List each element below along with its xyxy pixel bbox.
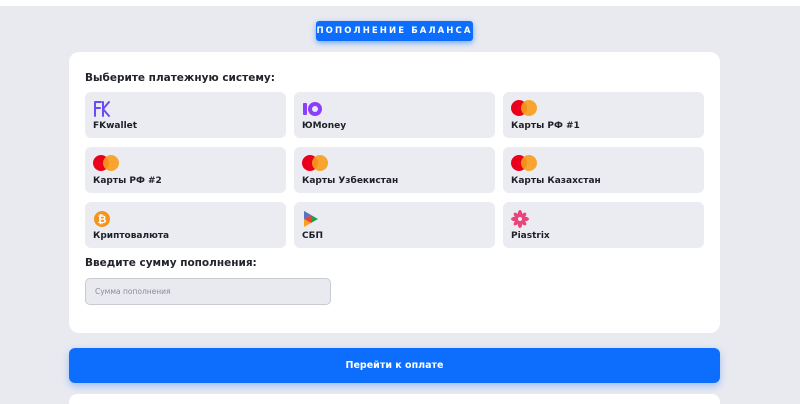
payment-method-cards-rf-2[interactable]: Карты РФ #2 — [85, 147, 286, 193]
pay-button[interactable]: Перейти к оплате — [69, 348, 720, 383]
svg-text:₿: ₿ — [98, 213, 107, 226]
piastrix-logo-icon — [511, 210, 529, 228]
payment-method-label: Карты Узбекистан — [302, 176, 399, 186]
payment-method-crypto[interactable]: ₿ Криптовалюта — [85, 202, 286, 248]
payment-method-label: Карты РФ #2 — [93, 176, 162, 186]
amount-input[interactable] — [85, 278, 331, 305]
payment-method-cards-kazakhstan[interactable]: Карты Казахстан — [503, 147, 704, 193]
payment-method-label: Карты Казахстан — [511, 176, 601, 186]
fkwallet-logo-icon — [93, 100, 111, 118]
payment-method-cards-rf-1[interactable]: Карты РФ #1 — [503, 92, 704, 138]
bottom-card-edge — [69, 394, 720, 404]
payment-method-piastrix[interactable]: Piastrix — [503, 202, 704, 248]
payment-method-sbp[interactable]: СБП — [294, 202, 495, 248]
payment-method-label: Криптовалюта — [93, 231, 170, 241]
payment-method-yumoney[interactable]: ЮMoney — [294, 92, 495, 138]
payment-system-label: Выберите платежную систему: — [85, 72, 275, 84]
page-title: ПОПОЛНЕНИЕ БАЛАНСА — [316, 21, 473, 41]
yumoney-logo-icon — [302, 100, 322, 118]
payment-card: Выберите платежную систему: FKwallet ЮMo… — [69, 52, 720, 333]
payment-method-label: СБП — [302, 231, 323, 241]
bitcoin-icon: ₿ — [93, 210, 111, 228]
payment-method-label: Карты РФ #1 — [511, 121, 580, 131]
mastercard-icon — [511, 100, 537, 118]
payment-method-label: Piastrix — [511, 231, 550, 241]
mastercard-icon — [93, 155, 119, 173]
sbp-logo-icon — [302, 210, 320, 228]
top-strip — [0, 0, 800, 6]
amount-label: Введите сумму пополнения: — [85, 257, 257, 269]
payment-method-fkwallet[interactable]: FKwallet — [85, 92, 286, 138]
payment-method-label: ЮMoney — [302, 121, 347, 131]
payment-method-cards-uzbekistan[interactable]: Карты Узбекистан — [294, 147, 495, 193]
mastercard-icon — [511, 155, 537, 173]
mastercard-icon — [302, 155, 328, 173]
payment-method-label: FKwallet — [93, 121, 138, 131]
